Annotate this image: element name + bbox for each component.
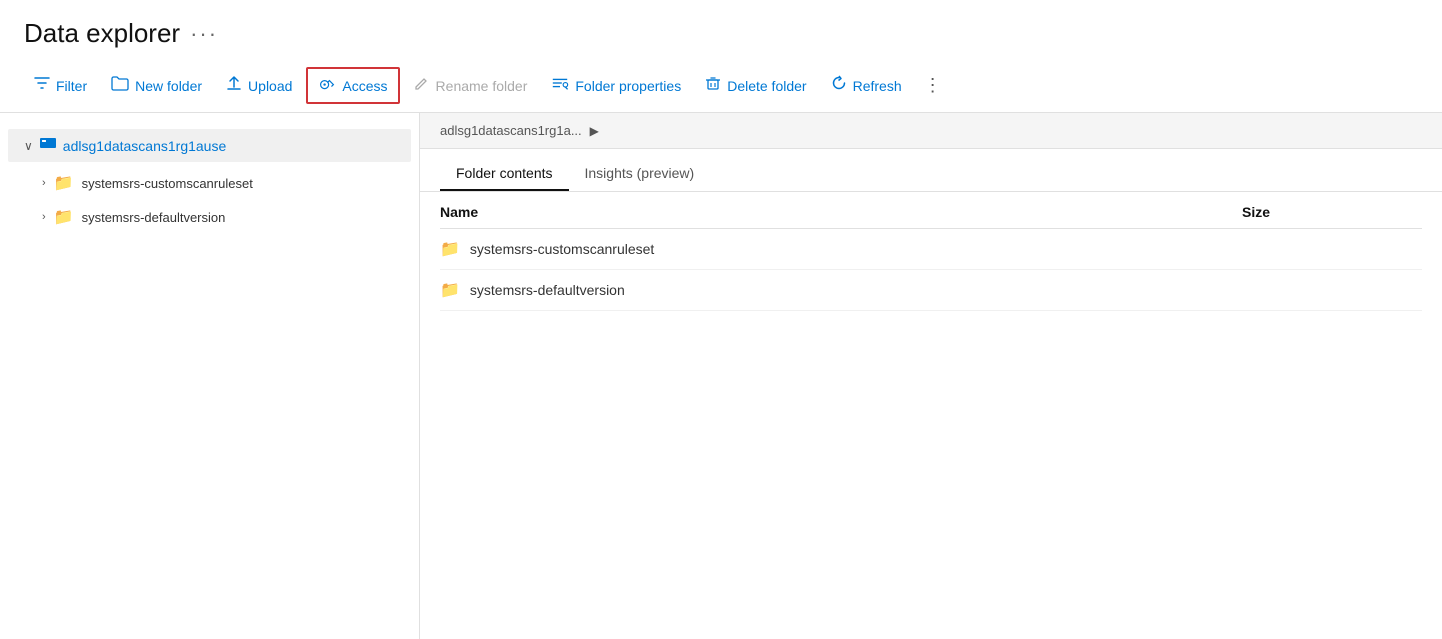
folder-icon-2: 📁: [54, 207, 74, 227]
folder-properties-icon: [551, 75, 569, 96]
table-row[interactable]: 📁 systemsrs-defaultversion: [440, 270, 1422, 311]
tab-insights-preview[interactable]: Insights (preview): [569, 157, 711, 191]
new-folder-label: New folder: [135, 78, 202, 94]
main-area: ∨ adlsg1datascans1rg1ause › 📁 systemsrs-…: [0, 113, 1442, 639]
table-row[interactable]: 📁 systemsrs-customscanruleset: [440, 229, 1422, 270]
content-area: adlsg1datascans1rg1a... ▶ Folder content…: [420, 113, 1442, 639]
rename-folder-button[interactable]: Rename folder: [404, 69, 538, 102]
breadcrumb-arrow-icon[interactable]: ▶: [590, 124, 599, 138]
delete-folder-button[interactable]: Delete folder: [695, 69, 816, 102]
table-header: Name Size: [440, 192, 1422, 229]
collapse-chevron: ∨: [24, 139, 33, 153]
sidebar-child-label-2: systemsrs-defaultversion: [82, 210, 226, 225]
access-label: Access: [342, 78, 387, 94]
access-icon: [318, 75, 336, 96]
toolbar-more-button[interactable]: ⋮: [916, 69, 951, 102]
page: Data explorer ··· Filter New folder: [0, 0, 1442, 639]
new-folder-icon: [111, 75, 129, 96]
filter-button[interactable]: Filter: [24, 69, 97, 102]
delete-folder-label: Delete folder: [727, 78, 806, 94]
sidebar-item-customscanruleset[interactable]: › 📁 systemsrs-customscanruleset: [0, 166, 419, 200]
sidebar: ∨ adlsg1datascans1rg1ause › 📁 systemsrs-…: [0, 113, 420, 639]
expand-chevron-1: ›: [42, 177, 46, 189]
row-2-name: 📁 systemsrs-defaultversion: [440, 280, 1242, 300]
rename-folder-icon: [414, 75, 430, 96]
tab-folder-contents[interactable]: Folder contents: [440, 157, 569, 191]
delete-folder-icon: [705, 75, 721, 96]
row-1-name: 📁 systemsrs-customscanruleset: [440, 239, 1242, 259]
column-name-header: Name: [440, 204, 1242, 220]
tabs-container: Folder contents Insights (preview): [420, 157, 1442, 192]
refresh-button[interactable]: Refresh: [821, 69, 912, 102]
access-button[interactable]: Access: [306, 67, 399, 104]
breadcrumb-bar: adlsg1datascans1rg1a... ▶: [420, 113, 1442, 149]
folder-properties-button[interactable]: Folder properties: [541, 69, 691, 102]
filter-icon: [34, 75, 50, 96]
expand-chevron-2: ›: [42, 211, 46, 223]
upload-label: Upload: [248, 78, 292, 94]
storage-icon: [39, 135, 57, 156]
page-header: Data explorer ···: [0, 0, 1442, 59]
filter-label: Filter: [56, 78, 87, 94]
sidebar-root-label: adlsg1datascans1rg1ause: [63, 138, 226, 154]
page-title: Data explorer: [24, 18, 180, 49]
upload-button[interactable]: Upload: [216, 69, 302, 102]
refresh-label: Refresh: [853, 78, 902, 94]
sidebar-item-defaultversion[interactable]: › 📁 systemsrs-defaultversion: [0, 200, 419, 234]
table-area: Name Size 📁 systemsrs-customscanruleset …: [420, 192, 1442, 639]
row-2-folder-icon: 📁: [440, 280, 460, 300]
toolbar: Filter New folder Upload: [0, 59, 1442, 113]
column-size-header: Size: [1242, 204, 1422, 220]
toolbar-more-icon: ⋮: [924, 75, 943, 96]
sidebar-root-item[interactable]: ∨ adlsg1datascans1rg1ause: [8, 129, 411, 162]
rename-folder-label: Rename folder: [436, 78, 528, 94]
refresh-icon: [831, 75, 847, 96]
folder-icon-1: 📁: [54, 173, 74, 193]
row-1-folder-icon: 📁: [440, 239, 460, 259]
breadcrumb-text: adlsg1datascans1rg1a...: [440, 123, 582, 138]
sidebar-child-label-1: systemsrs-customscanruleset: [82, 176, 253, 191]
folder-properties-label: Folder properties: [575, 78, 681, 94]
new-folder-button[interactable]: New folder: [101, 69, 212, 102]
upload-icon: [226, 75, 242, 96]
more-options-header[interactable]: ···: [190, 21, 218, 47]
